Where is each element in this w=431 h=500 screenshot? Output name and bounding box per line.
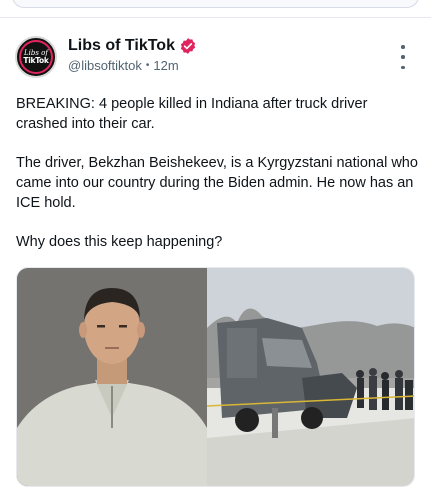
previous-card-edge: [12, 0, 419, 8]
author-handle[interactable]: @libsoftiktok: [68, 58, 142, 73]
post-timestamp[interactable]: 12m: [153, 58, 178, 73]
mugshot-photo[interactable]: [17, 268, 207, 486]
author-name-row: Libs of TikTok: [68, 37, 197, 55]
author-meta-row: @libsoftiktok • 12m: [68, 58, 179, 73]
post-media[interactable]: [16, 267, 415, 487]
more-options-icon[interactable]: [393, 45, 413, 69]
post-card[interactable]: Libs of TikTok Libs of TikTok @libsoftik…: [0, 18, 431, 500]
verified-badge-icon: [179, 37, 197, 55]
avatar-logo-line2: TikTok: [23, 55, 49, 65]
post-paragraph-2: The driver, Bekzhan Beishekeev, is a Kyr…: [16, 155, 418, 211]
author-display-name[interactable]: Libs of TikTok: [68, 37, 175, 55]
avatar[interactable]: Libs of TikTok: [15, 36, 57, 78]
post-paragraph-3: Why does this keep happening?: [16, 234, 223, 250]
separator-dot: •: [145, 60, 150, 71]
post-body: BREAKING: 4 people killed in Indiana aft…: [16, 94, 418, 271]
avatar-logo: Libs of TikTok: [19, 40, 53, 74]
post-paragraph-1: BREAKING: 4 people killed in Indiana aft…: [16, 96, 368, 132]
truck-crash-scene-photo[interactable]: [207, 268, 414, 486]
